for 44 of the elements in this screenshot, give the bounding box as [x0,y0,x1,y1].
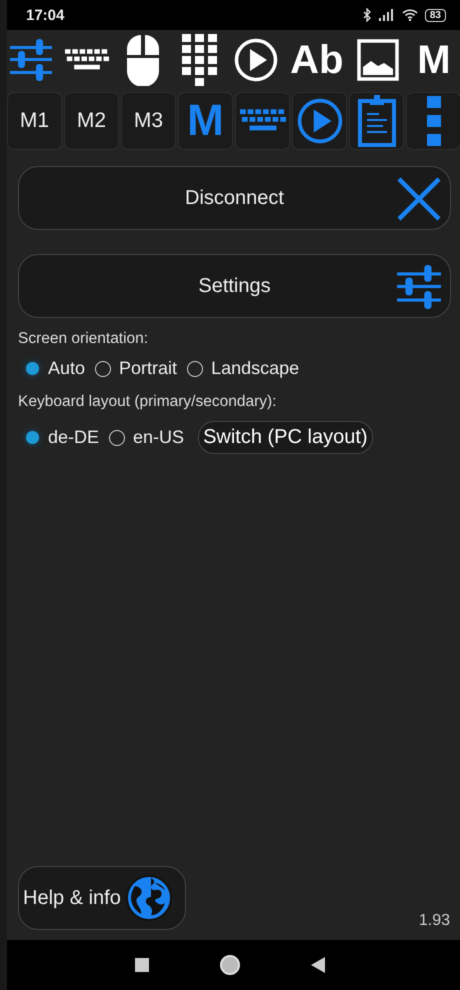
bluetooth-icon [362,8,372,22]
wifi-icon [402,9,418,21]
radio-option[interactable]: en-US [109,427,188,448]
section-label: Keyboard layout (primary/secondary): [18,393,278,411]
battery-indicator: 83 [424,8,446,22]
version-label: 1.93 [418,912,450,930]
more-icon [426,96,440,146]
section-label: Screen orientation: [18,330,150,348]
toolbar-tab[interactable] [356,39,399,81]
home-icon[interactable] [219,954,241,976]
play-icon [296,98,342,144]
back-icon[interactable] [311,957,325,973]
toolbar-tab[interactable]: Ab [290,38,344,82]
action-button[interactable]: Settings [18,254,451,318]
toolbar-tab[interactable] [126,34,160,86]
switch-layout-button[interactable]: Switch (PC layout) [198,421,373,454]
radio-option[interactable]: Landscape [187,358,304,379]
signal-icon [378,9,395,21]
shortcut-button[interactable]: M1 [7,92,62,150]
shortcut-button[interactable] [349,92,404,150]
clipboard-icon [358,95,396,147]
shortcut-button[interactable]: M [178,92,233,150]
mouse-icon [126,34,160,86]
clock-time: 17:04 [26,6,64,24]
toolbar-tab[interactable] [234,38,278,82]
sliders-icon [396,264,442,310]
toolbar-tab[interactable]: M [417,38,451,82]
shortcut-button[interactable] [292,92,347,150]
image-icon [356,39,399,81]
keypad-icon [182,34,218,86]
close-icon [396,176,442,222]
radio-option[interactable]: Portrait [95,358,182,379]
shortcut-button[interactable] [235,92,290,150]
shortcut-button[interactable]: M3 [121,92,176,150]
shortcut-button[interactable]: M2 [64,92,119,150]
radio-option[interactable]: Auto [24,358,90,379]
radio-option[interactable]: de-DE [24,427,104,448]
globe-icon [124,874,173,922]
help-button[interactable]: Help & info [18,866,186,930]
shortcut-button[interactable] [406,92,460,150]
sliders-icon [9,38,53,82]
action-button[interactable]: Disconnect [18,166,451,230]
play-icon [234,38,278,82]
toolbar-tab[interactable] [182,34,218,86]
